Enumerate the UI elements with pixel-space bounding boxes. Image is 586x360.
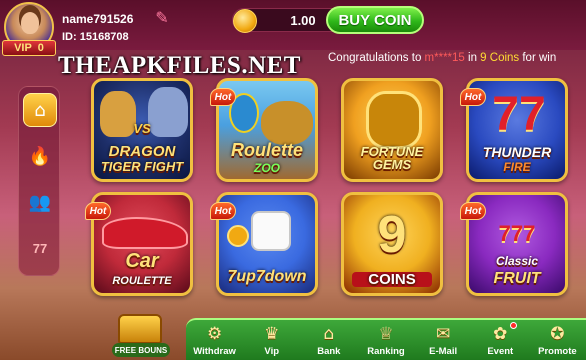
tab-ranking-label: Ranking [367, 346, 405, 357]
game-label-nine: 9 [377, 206, 407, 264]
hot-badge: Hot [210, 88, 236, 106]
ticker-middle: in [464, 52, 481, 64]
gift-icon: ✿ [493, 324, 508, 344]
category-nav: ⌂ 🔥 👥 77 [18, 86, 60, 276]
seven-icon: 77 [492, 88, 546, 141]
game-label-classic: Classic [495, 254, 539, 268]
game-label-tiger-fight: TIGER FIGHT [100, 159, 184, 174]
hot-badge: Hot [460, 202, 486, 220]
ticker-prefix: Congratulations to [328, 52, 425, 64]
avatar-face [21, 12, 39, 34]
golden-mask-icon [366, 91, 422, 149]
ticker-amount: 9 Coins [480, 52, 520, 64]
game-label-fruit: FRUIT [493, 270, 541, 287]
game-tile-9-coins[interactable]: 9 COINS [341, 192, 443, 296]
game-label-777: 777 [498, 221, 536, 246]
tab-vip-label: Vip [264, 346, 280, 357]
game-label-roulette: Roulette [231, 140, 303, 160]
game-label-fortune-gems: FORTUNE GEMS [360, 144, 424, 172]
hot-badge: Hot [460, 88, 486, 106]
game-label-7up7down: 7up7down [227, 268, 307, 285]
game-label-car: Car [125, 250, 159, 272]
hot-badge: Hot [210, 202, 236, 220]
tab-bank-label: Bank [317, 346, 341, 357]
game-label-thunder: THUNDER [482, 144, 552, 160]
user-id: ID: 15168708 [62, 31, 129, 43]
tab-bank[interactable]: ⌂ Bank [300, 320, 357, 360]
tab-vip[interactable]: ♛ Vip [243, 320, 300, 360]
free-bonus-button[interactable]: FREE BOUNS [108, 314, 172, 360]
winner-ticker: Congratulations to m****15 in 9 Coins fo… [328, 52, 584, 70]
game-label-dragon: DRAGON [108, 143, 176, 160]
free-bonus-label: FREE BOUNS [112, 343, 170, 357]
bank-icon: ⌂ [323, 324, 335, 344]
withdraw-icon: ⚙ [206, 324, 223, 344]
ticker-user: m****15 [424, 52, 465, 64]
tiger-icon [261, 101, 313, 145]
tab-event-label: Event [487, 346, 514, 357]
game-label-vs: VS [133, 121, 151, 136]
bottom-nav: ⚙ Withdraw ♛ Vip ⌂ Bank ♕ Ranking ✉ E-Ma… [186, 318, 586, 360]
people-icon[interactable]: 👥 [23, 185, 57, 219]
buy-coin-button[interactable]: BUY COIN [326, 6, 424, 34]
tab-ranking[interactable]: ♕ Ranking [357, 320, 414, 360]
vip-level: 0 [37, 42, 44, 54]
game-label-coins: COINS [352, 272, 432, 287]
game-tile-fortune-gems[interactable]: FORTUNE GEMS [341, 78, 443, 182]
trophy-icon: ♕ [378, 324, 394, 344]
tab-withdraw-label: Withdraw [193, 346, 236, 357]
car-icon [102, 217, 188, 249]
mail-icon: ✉ [436, 324, 451, 344]
vip-icon: ♛ [264, 324, 280, 344]
home-icon[interactable]: ⌂ [23, 93, 57, 127]
tab-event[interactable]: ✿ Event [472, 320, 529, 360]
ticker-suffix: for win [519, 52, 557, 64]
game-tile-dragon-tiger[interactable]: VS DRAGON TIGER FIGHT [91, 78, 193, 182]
tab-withdraw[interactable]: ⚙ Withdraw [186, 320, 243, 360]
game-label-zoo: ZOO [254, 161, 280, 175]
coin-icon [227, 225, 249, 247]
user-name: name791526 [62, 12, 134, 26]
edit-icon[interactable]: ✎ [152, 7, 172, 27]
tab-email[interactable]: ✉ E-Mail [415, 320, 472, 360]
hot-badge: Hot [85, 202, 111, 220]
game-label-roulette: ROULETTE [112, 275, 172, 287]
777-icon[interactable]: 77 [23, 231, 57, 265]
game-label-fire: FIRE [503, 160, 531, 174]
flame-icon[interactable]: 🔥 [23, 139, 57, 173]
promote-icon: ✪ [550, 324, 565, 344]
tab-promote-label: Promote [538, 346, 577, 357]
tab-email-label: E-Mail [429, 346, 458, 357]
watermark: THEAPKFILES.NET [58, 52, 301, 79]
coin-icon [233, 9, 257, 33]
dice-icon [251, 211, 291, 251]
treasure-chest-icon [118, 314, 162, 344]
notification-dot [509, 322, 517, 329]
tab-promote[interactable]: ✪ Promote [529, 320, 586, 360]
vip-badge[interactable]: VIP 0 [2, 40, 56, 56]
vip-label: VIP [14, 42, 32, 54]
